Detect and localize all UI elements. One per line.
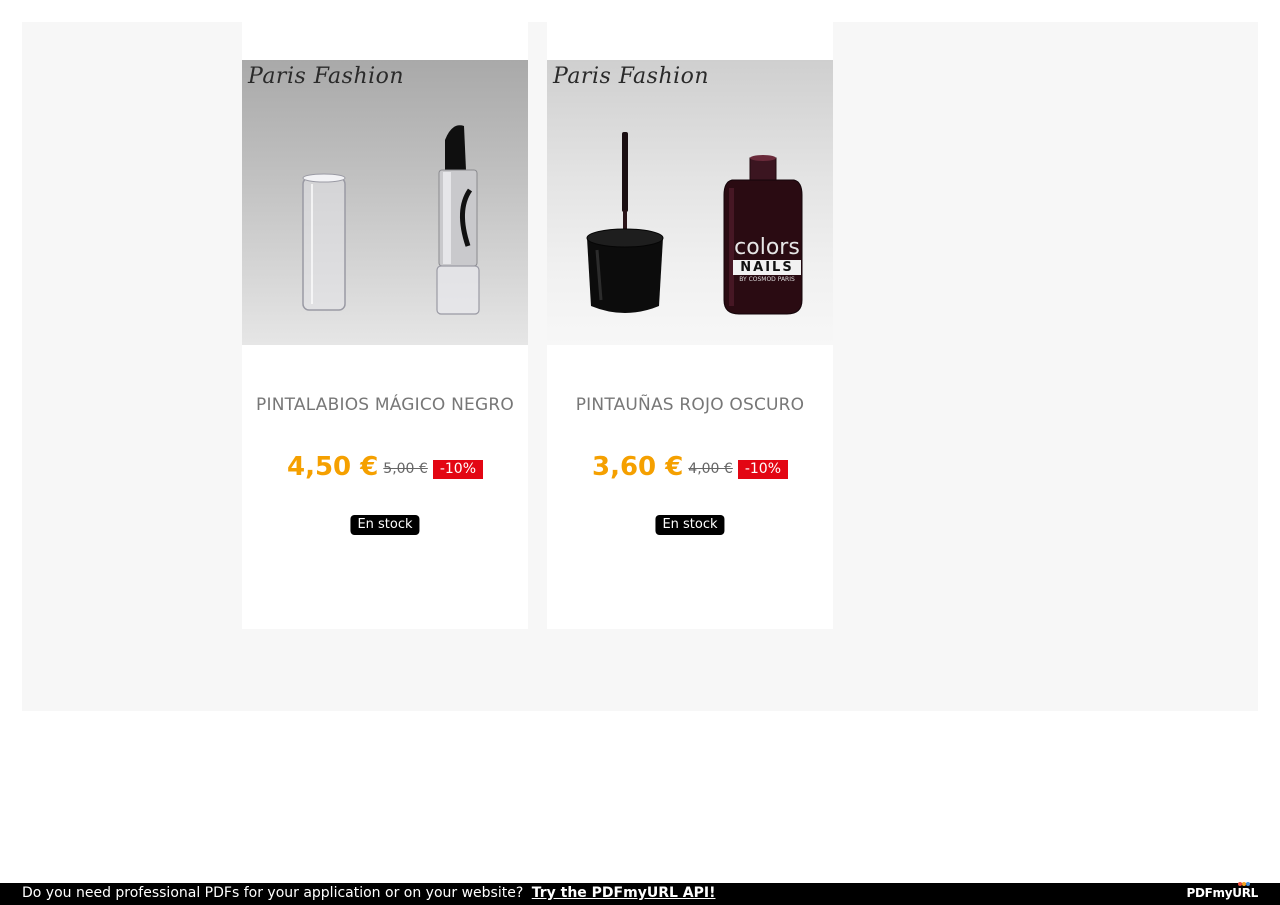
stock-badge: En stock <box>350 515 420 535</box>
current-price: 4,50 € <box>287 452 379 482</box>
discount-badge: -10% <box>737 459 788 479</box>
bottle-label: colors NAILS BY COSMOD PARIS <box>733 236 801 285</box>
product-image-nail-polish[interactable]: Paris Fashion colors NAILS BY COSMOD PAR… <box>547 60 833 345</box>
brand-watermark: Paris Fashion <box>553 64 710 89</box>
footer-text: Do you need professional PDFs for your a… <box>22 885 715 901</box>
product-card[interactable]: Paris Fashion colors NAILS BY COSMOD PAR… <box>547 22 833 629</box>
old-price: 5,00 € <box>383 461 428 477</box>
product-title[interactable]: PINTAUÑAS ROJO OSCURO <box>547 395 833 415</box>
stock-badge: En stock <box>655 515 725 535</box>
page: Paris Fashion PINTALABIOS MÁGICO NEGRO 4… <box>0 0 1280 905</box>
nail-polish-image <box>586 132 803 315</box>
product-card[interactable]: Paris Fashion PINTALABIOS MÁGICO NEGRO 4… <box>242 22 528 629</box>
product-title[interactable]: PINTALABIOS MÁGICO NEGRO <box>242 395 528 415</box>
bottle-label-line1: colors <box>734 235 800 260</box>
bottle-label-line2: NAILS <box>733 260 801 275</box>
pdfmyurl-footer-bar: Do you need professional PDFs for your a… <box>0 882 1280 905</box>
bottle-label-line3: BY COSMOD PARIS <box>739 276 795 283</box>
pdfmyurl-logo[interactable]: PDFmyURL <box>1186 886 1258 900</box>
current-price: 3,60 € <box>592 452 684 482</box>
price-row: 4,50 € 5,00 € -10% <box>242 452 528 482</box>
price-row: 3,60 € 4,00 € -10% <box>547 452 833 482</box>
lipstick-image <box>302 125 480 315</box>
old-price: 4,00 € <box>688 461 733 477</box>
footer-api-link[interactable]: Try the PDFmyURL API! <box>532 885 716 901</box>
discount-badge: -10% <box>432 459 483 479</box>
product-image-lipstick[interactable]: Paris Fashion <box>242 60 528 345</box>
brand-watermark: Paris Fashion <box>248 64 405 89</box>
footer-message: Do you need professional PDFs for your a… <box>22 885 524 901</box>
